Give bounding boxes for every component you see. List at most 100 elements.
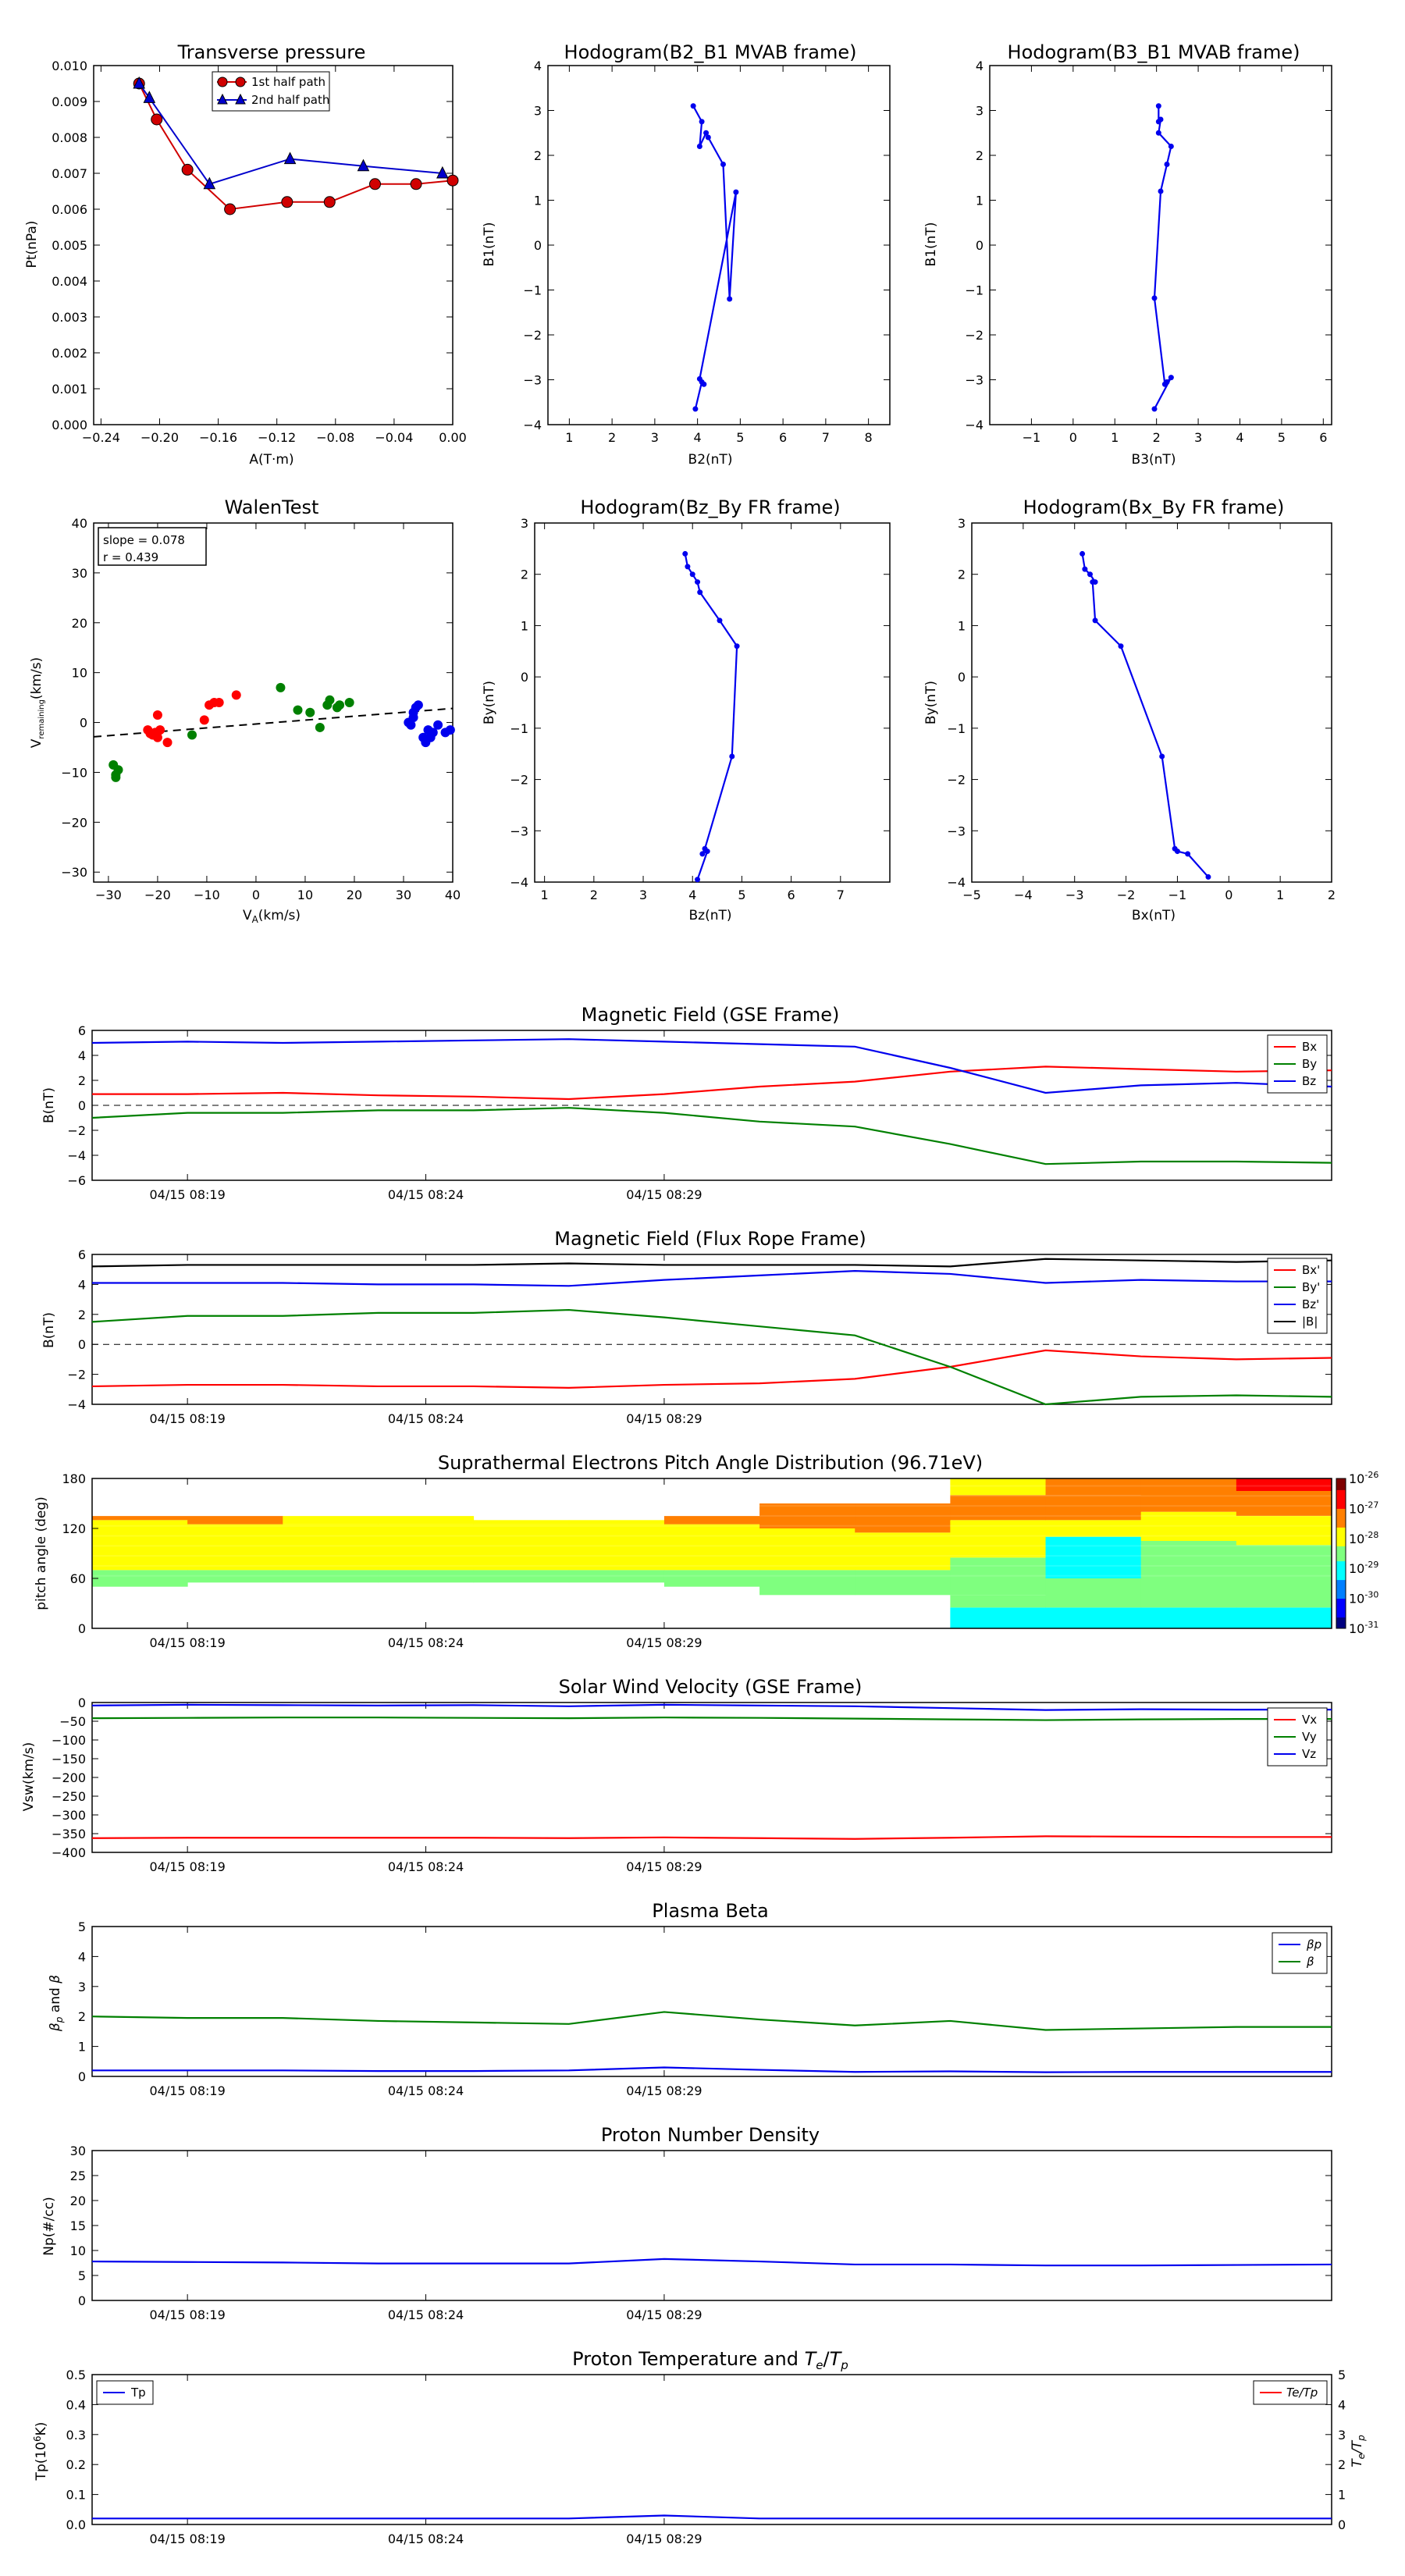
data-point-h4	[1185, 851, 1191, 857]
ylabel-pt: Pt(nPa)	[24, 221, 40, 269]
colorbar-cell	[1336, 1519, 1346, 1525]
heatmap-cell	[1045, 1520, 1142, 1537]
heatmap-texture	[1045, 1574, 1142, 1577]
colorbar-cell	[1336, 1560, 1346, 1565]
heatmap-cell	[1140, 1491, 1237, 1512]
heatmap-texture	[1140, 1535, 1237, 1537]
xlabel-h3: Bz(nT)	[688, 908, 731, 923]
scatter-point-walen	[433, 720, 443, 730]
heatmap-texture	[378, 1495, 475, 1497]
scatter-point-walen	[413, 700, 423, 710]
y-tick-label-vsw: −150	[52, 1752, 86, 1767]
y-tick-label-bgse: −2	[67, 1123, 86, 1138]
heatmap-texture	[1236, 1485, 1332, 1487]
heatmap-texture	[92, 1564, 188, 1567]
heatmap-texture	[187, 1535, 283, 1537]
heatmap-texture	[1140, 1525, 1237, 1527]
data-point-h2	[1164, 162, 1170, 167]
heatmap-texture	[950, 1564, 1047, 1567]
heatmap-cell	[950, 1607, 1047, 1628]
heatmap-texture	[1140, 1545, 1237, 1547]
heatmap-texture	[1045, 1514, 1142, 1517]
colorbar-cell	[1336, 1557, 1346, 1562]
xlabel-h1: B2(nT)	[688, 452, 733, 468]
x-tick-label-walen: −30	[95, 888, 122, 902]
y-tick-label-bgse: 2	[78, 1073, 86, 1088]
colorbar-cell	[1336, 1579, 1346, 1584]
x-tick-label-pt: −0.20	[140, 430, 179, 445]
heatmap-cell	[1140, 1478, 1237, 1491]
colorbar-cell	[1336, 1482, 1346, 1487]
colorbar-cell	[1336, 1508, 1346, 1513]
heatmap-texture	[1236, 1495, 1332, 1497]
x-tick-label-bgse: 04/15 08:19	[149, 1187, 225, 1202]
data-point-h3	[697, 589, 703, 596]
y-tick-label-vsw: −50	[59, 1714, 86, 1729]
y-tick-label-vsw: −350	[52, 1827, 86, 1841]
x-tick-label-walen: −10	[194, 888, 220, 902]
y-tick-label-h1: 1	[534, 194, 542, 208]
x-tick-label-beta: 04/15 08:29	[626, 2083, 702, 2098]
y-tick-label-np: 15	[70, 2218, 86, 2233]
heatmap-cell	[1140, 1578, 1237, 1608]
heatmap-texture	[187, 1564, 283, 1567]
heatmap-texture	[1045, 1505, 1142, 1507]
heatmap-texture	[568, 1514, 665, 1517]
legend-vsw: Vx Vy Vz	[1267, 1707, 1328, 1767]
colorbar-cell	[1336, 1591, 1346, 1596]
data-point-h4	[1118, 643, 1124, 649]
heatmap-texture	[92, 1545, 188, 1547]
colorbar-cell	[1336, 1493, 1346, 1498]
x-tick-label-h3: 3	[639, 888, 647, 902]
heatmap-texture	[92, 1574, 188, 1577]
y-tick-label-bgse: 0	[78, 1098, 86, 1113]
x-tick-label-h1: 7	[822, 430, 830, 445]
y-tick-label-right-tp: 5	[1338, 2368, 1346, 2382]
heatmap-cell	[283, 1516, 379, 1525]
y-tick-label-pt: 0.000	[52, 418, 87, 432]
heatmap-texture	[759, 1525, 855, 1527]
legend-label-beta: βp	[1306, 1937, 1321, 1952]
x-tick-label-vsw: 04/15 08:29	[626, 1859, 702, 1874]
y-tick-label-h2: −2	[965, 328, 984, 343]
legend-label-bgse: Bz	[1302, 1074, 1316, 1088]
colorbar-cell	[1336, 1553, 1346, 1558]
y-tick-label-pt: 0.007	[52, 166, 87, 181]
heatmap-texture	[187, 1525, 283, 1527]
y-tick-label-h2: 1	[976, 194, 984, 208]
heatmap-texture	[1140, 1514, 1237, 1517]
y-tick-label-h4: 3	[958, 516, 966, 531]
y-tick-label-h3: 3	[521, 516, 528, 531]
heatmap-cell	[855, 1532, 951, 1571]
x-tick-label-h4: 2	[1328, 888, 1336, 902]
title-magnetic-field-fr: Magnetic Field (Flux Rope Frame)	[554, 1228, 866, 1250]
x-tick-label-h3: 6	[788, 888, 795, 902]
x-tick-label-np: 04/15 08:19	[149, 2307, 225, 2322]
scatter-point-walen	[305, 707, 315, 717]
heatmap-texture	[92, 1485, 188, 1487]
y-tick-label-h2: −4	[965, 418, 984, 432]
data-point-pt	[224, 203, 237, 215]
legend-label-bgse: Bx	[1302, 1040, 1317, 1054]
heatmap-texture	[1236, 1514, 1332, 1517]
heatmap-texture	[283, 1485, 379, 1487]
legend-label-beta: β	[1306, 1955, 1314, 1969]
data-point-h4	[1205, 873, 1211, 880]
heatmap-texture	[1236, 1574, 1332, 1577]
heatmap-texture	[473, 1545, 570, 1547]
y-tick-label-h3: −3	[510, 824, 528, 838]
heatmap-texture	[187, 1505, 283, 1507]
data-point-h4	[1080, 550, 1086, 557]
y-tick-label-walen: 40	[72, 516, 87, 531]
x-tick-label-h2: 1	[1111, 430, 1119, 445]
y-tick-label-h4: −2	[947, 773, 966, 788]
y-tick-label-pt: 0.010	[52, 59, 87, 73]
y-tick-label-h3: 1	[521, 618, 528, 633]
heatmap-texture	[950, 1485, 1047, 1487]
x-tick-label-tp: 04/15 08:24	[388, 2532, 464, 2546]
x-tick-label-h1: 5	[736, 430, 744, 445]
heatmap-texture	[759, 1514, 855, 1517]
y-tick-label-bgse: 4	[78, 1048, 86, 1063]
data-point-h2	[1168, 144, 1174, 149]
title-proton-temperature: Proton Temperature and Te/Tp	[572, 2348, 848, 2372]
